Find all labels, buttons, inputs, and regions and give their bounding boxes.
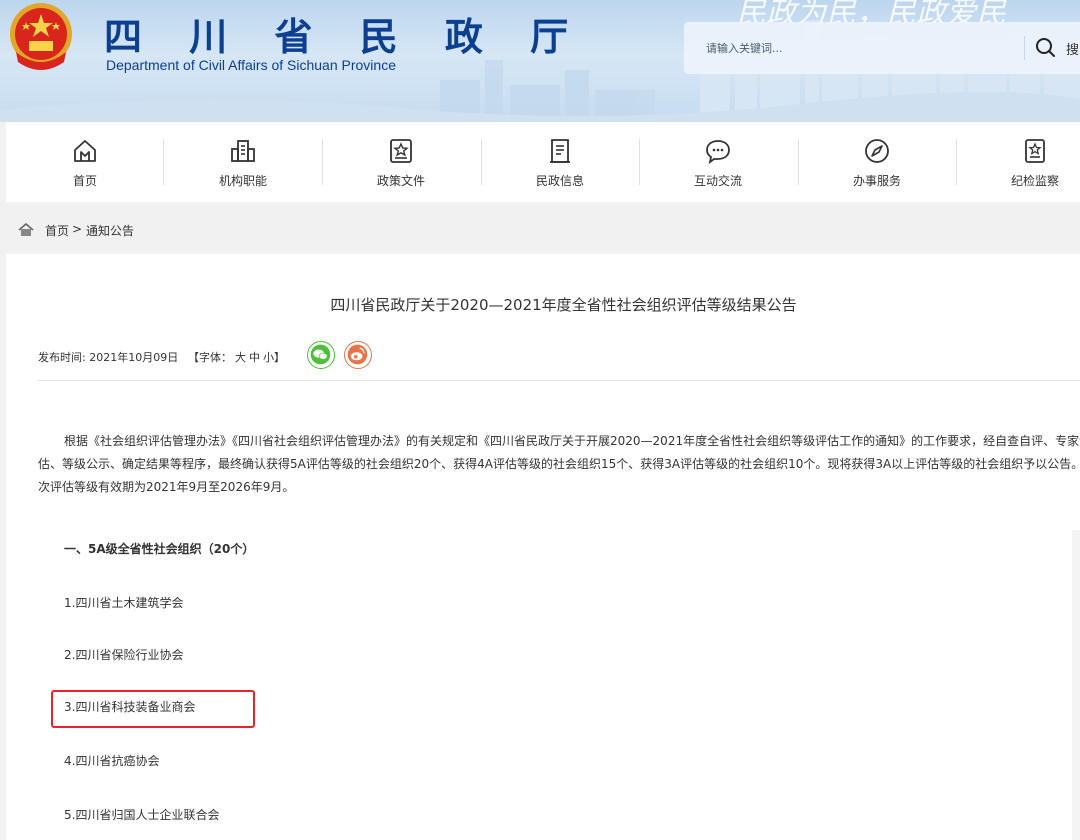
scroll-edge bbox=[1072, 530, 1080, 840]
font-size-large-button[interactable]: 大 bbox=[235, 351, 246, 364]
breadcrumb-separator: > bbox=[72, 222, 83, 236]
nav-label: 机构职能 bbox=[218, 174, 267, 188]
publish-date: 发布时间: 2021年10月09日 bbox=[38, 351, 179, 364]
search-button-label[interactable]: 搜 bbox=[1066, 39, 1079, 58]
nav-item-news[interactable]: 民政信息 bbox=[481, 122, 639, 202]
nav-item-services[interactable]: 办事服务 bbox=[798, 122, 956, 202]
highlight-annotation-box bbox=[51, 690, 255, 728]
badge-icon bbox=[1025, 139, 1045, 163]
nav-item-interaction[interactable]: 互动交流 bbox=[639, 122, 797, 202]
nav-label: 政策文件 bbox=[376, 174, 425, 188]
nav-item-discipline[interactable]: 纪检监察 bbox=[956, 122, 1080, 202]
font-size-medium-button[interactable]: 中 bbox=[249, 351, 260, 364]
chat-bubble-icon bbox=[706, 140, 730, 164]
list-item: 4.四川省抗癌协会 bbox=[64, 754, 160, 768]
article-panel: 四川省民政厅关于2020—2021年度全省性社会组织评估等级结果公告 发布时间:… bbox=[6, 254, 1080, 840]
font-size-small-button[interactable]: 小】 bbox=[263, 351, 285, 364]
home-icon bbox=[74, 140, 96, 162]
weibo-share-button[interactable] bbox=[344, 341, 372, 369]
list-item: 5.四川省归国人士企业联合会 bbox=[64, 808, 220, 822]
site-title-en: Department of Civil Affairs of Sichuan P… bbox=[106, 57, 396, 73]
nav-label: 互动交流 bbox=[693, 174, 742, 188]
nav-item-home[interactable]: 首页 bbox=[6, 122, 164, 202]
nav-label: 纪检监察 bbox=[1010, 174, 1059, 188]
search-divider bbox=[1024, 36, 1025, 60]
home-icon bbox=[18, 223, 34, 236]
font-size-controls: 【字体：大中小】 bbox=[188, 349, 285, 365]
nav-label: 民政信息 bbox=[535, 174, 584, 188]
compass-icon bbox=[865, 139, 889, 163]
wechat-share-button[interactable] bbox=[307, 341, 335, 369]
weibo-icon bbox=[347, 344, 368, 365]
section-heading: 一、5A级全省性社会组织（20个） bbox=[64, 542, 255, 556]
nav-item-functions[interactable]: 机构职能 bbox=[164, 122, 322, 202]
search-input[interactable] bbox=[706, 37, 1006, 59]
nav-label: 首页 bbox=[72, 174, 97, 188]
list-item: 2.四川省保险行业协会 bbox=[64, 648, 184, 662]
search-box: 搜 bbox=[684, 22, 1080, 74]
site-header: 四 川 省 民 政 厅 Department of Civil Affairs … bbox=[0, 0, 1080, 122]
star-document-icon bbox=[390, 139, 412, 163]
site-title-cn: 四 川 省 民 政 厅 bbox=[104, 14, 586, 59]
font-size-label: 【字体： bbox=[188, 351, 232, 364]
breadcrumb-home-link[interactable]: 首页 bbox=[45, 222, 69, 239]
list-item: 1.四川省土木建筑学会 bbox=[64, 596, 184, 610]
nav-label: 办事服务 bbox=[852, 174, 901, 188]
article-title: 四川省民政厅关于2020—2021年度全省性社会组织评估等级结果公告 bbox=[330, 296, 797, 314]
breadcrumb-current[interactable]: 通知公告 bbox=[86, 222, 134, 239]
article-paragraph: 根据《社会组织评估管理办法》《四川省社会组织评估管理办法》的有关规定和《四川省民… bbox=[38, 434, 1080, 494]
building-icon bbox=[231, 140, 255, 162]
meta-divider bbox=[38, 380, 1080, 381]
national-emblem-logo bbox=[10, 3, 72, 70]
document-list-icon bbox=[550, 139, 570, 163]
wechat-icon bbox=[310, 344, 331, 365]
main-nav: 首页 机构职能 政策文件 民政信息 互动交流 办事服务 纪检监察 bbox=[6, 122, 1080, 202]
search-icon[interactable] bbox=[1034, 35, 1058, 61]
nav-item-policy[interactable]: 政策文件 bbox=[322, 122, 480, 202]
